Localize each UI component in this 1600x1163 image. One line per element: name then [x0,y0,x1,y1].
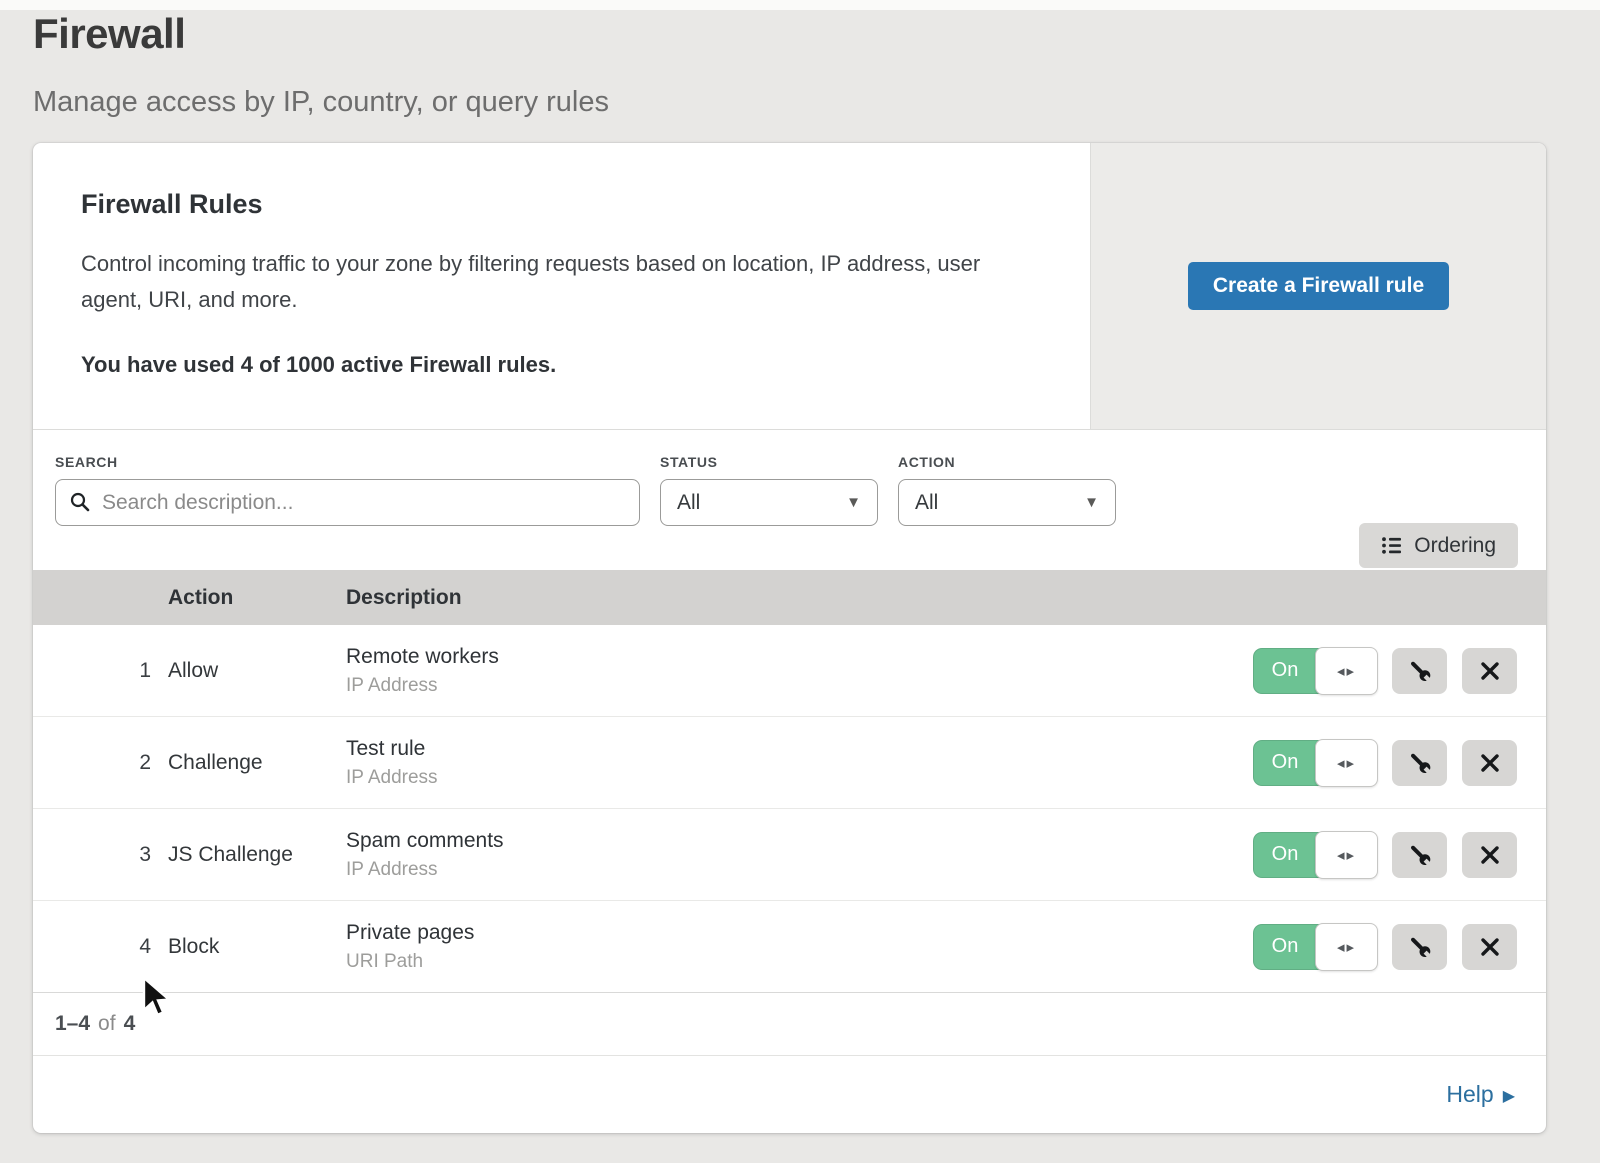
rule-field: IP Address [346,767,1246,789]
range-of-label: of [98,1012,116,1036]
status-filter-group: STATUS All ▼ [660,454,878,570]
search-icon [69,491,91,513]
column-header-action: Action [168,586,346,610]
status-label: STATUS [660,454,878,470]
close-icon [1479,936,1501,958]
window-top-strip [0,0,1600,10]
edit-rule-button[interactable] [1392,648,1447,694]
toggle-on-label: On [1253,648,1317,694]
action-label: ACTION [898,454,1116,470]
action-filter-group: ACTION All ▼ [898,454,1116,570]
column-header-description: Description [346,586,1246,610]
wrench-icon [1408,659,1432,683]
rule-action: Block [168,935,346,959]
ordering-button[interactable]: Ordering [1359,523,1518,568]
right-triangle-icon: ▶ [1503,1086,1515,1106]
ordering-button-label: Ordering [1414,534,1496,558]
overview-text: Firewall Rules Control incoming traffic … [33,143,1090,429]
chevron-down-icon: ▼ [1084,494,1099,511]
rule-enabled-toggle[interactable]: On ◂▸ [1253,740,1377,786]
close-icon [1479,752,1501,774]
rule-description: Remote workers [346,645,1246,669]
create-rule-panel: Create a Firewall rule [1090,143,1546,429]
page-header: Firewall Manage access by IP, country, o… [33,10,609,119]
rule-priority: 2 [33,751,168,775]
rule-description: Test rule [346,737,1246,761]
rule-description: Spam comments [346,829,1246,853]
rule-priority: 3 [33,843,168,867]
search-label: SEARCH [55,454,640,470]
help-link[interactable]: Help ▶ [1446,1081,1515,1108]
toggle-on-label: On [1253,924,1317,970]
status-select[interactable]: All ▼ [660,479,878,526]
left-right-arrows-icon: ◂▸ [1315,831,1378,879]
wrench-icon [1408,843,1432,867]
help-row: Help ▶ [33,1055,1546,1133]
table-row: 2 Challenge Test rule IP Address On ◂▸ [33,717,1546,809]
rule-enabled-toggle[interactable]: On ◂▸ [1253,648,1377,694]
left-right-arrows-icon: ◂▸ [1315,647,1378,695]
firewall-rules-card: Firewall Rules Control incoming traffic … [33,143,1546,1133]
delete-rule-button[interactable] [1462,924,1517,970]
search-input[interactable] [55,479,640,526]
rule-field: URI Path [346,951,1246,973]
delete-rule-button[interactable] [1462,740,1517,786]
left-right-arrows-icon: ◂▸ [1315,739,1378,787]
page-subtitle: Manage access by IP, country, or query r… [33,86,609,119]
section-description: Control incoming traffic to your zone by… [81,246,1030,318]
edit-rule-button[interactable] [1392,740,1447,786]
pagination-summary: 1–4 of 4 [33,993,1546,1055]
rule-action: Challenge [168,751,346,775]
wrench-icon [1408,751,1432,775]
delete-rule-button[interactable] [1462,832,1517,878]
table-row: 1 Allow Remote workers IP Address On ◂▸ [33,625,1546,717]
edit-rule-button[interactable] [1392,832,1447,878]
create-firewall-rule-button[interactable]: Create a Firewall rule [1188,262,1449,310]
rule-action: Allow [168,659,346,683]
action-selected-value: All [915,491,938,515]
toggle-on-label: On [1253,740,1317,786]
usage-summary: You have used 4 of 1000 active Firewall … [81,352,1030,378]
wrench-icon [1408,935,1432,959]
filter-bar: SEARCH STATUS All ▼ ACTION All ▼ [33,430,1546,570]
rule-field: IP Address [346,675,1246,697]
table-header: Action Description [33,570,1546,625]
rule-priority: 4 [33,935,168,959]
rule-description: Private pages [346,921,1246,945]
help-link-label: Help [1446,1081,1493,1108]
search-filter-group: SEARCH [55,454,640,570]
range-value: 1–4 [55,1012,90,1036]
toggle-on-label: On [1253,832,1317,878]
rule-field: IP Address [346,859,1246,881]
status-selected-value: All [677,491,700,515]
overview-section: Firewall Rules Control incoming traffic … [33,143,1546,430]
left-right-arrows-icon: ◂▸ [1315,923,1378,971]
page-title: Firewall [33,10,609,58]
edit-rule-button[interactable] [1392,924,1447,970]
close-icon [1479,844,1501,866]
delete-rule-button[interactable] [1462,648,1517,694]
table-row: 4 Block Private pages URI Path On ◂▸ [33,901,1546,993]
table-row: 3 JS Challenge Spam comments IP Address … [33,809,1546,901]
range-total: 4 [124,1012,136,1036]
rule-action: JS Challenge [168,843,346,867]
chevron-down-icon: ▼ [846,494,861,511]
section-heading: Firewall Rules [81,189,1030,220]
close-icon [1479,660,1501,682]
rule-enabled-toggle[interactable]: On ◂▸ [1253,832,1377,878]
rule-priority: 1 [33,659,168,683]
rule-enabled-toggle[interactable]: On ◂▸ [1253,924,1377,970]
action-select[interactable]: All ▼ [898,479,1116,526]
ordered-list-icon [1381,535,1402,556]
